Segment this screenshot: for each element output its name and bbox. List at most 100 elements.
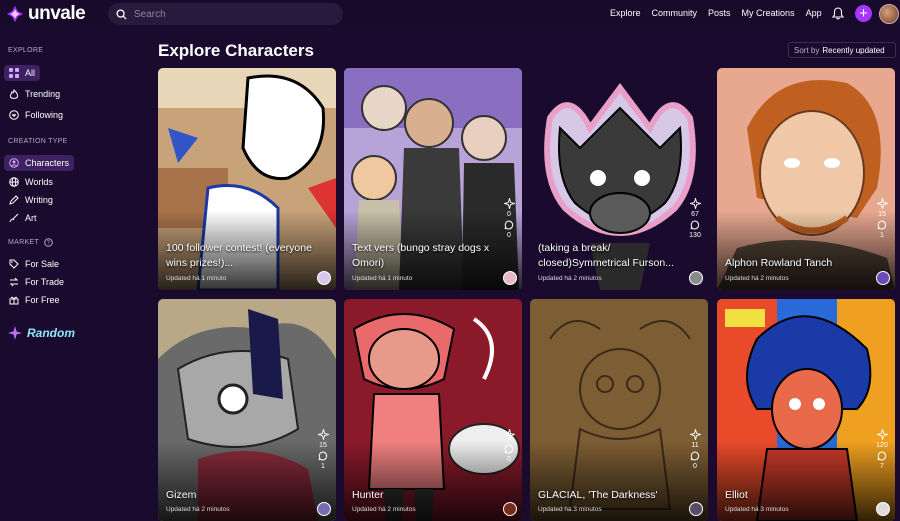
search-bar[interactable] xyxy=(108,3,343,25)
nav-community[interactable]: Community xyxy=(652,8,698,18)
bell-icon[interactable] xyxy=(832,7,844,20)
nav-my-creations[interactable]: My Creations xyxy=(742,8,795,18)
comment-icon[interactable] xyxy=(504,444,514,454)
plus-icon: + xyxy=(859,5,868,22)
random-label: Random xyxy=(27,326,75,340)
sparkle-outline-icon[interactable] xyxy=(689,198,701,209)
sidebar-item-label: For Sale xyxy=(25,259,60,269)
help-icon[interactable]: ? xyxy=(44,238,53,247)
comment-icon[interactable] xyxy=(504,220,514,230)
sparkle-outline-icon[interactable] xyxy=(503,429,515,440)
card-title: Gizem xyxy=(166,489,197,501)
card-stats: 11 0 xyxy=(689,429,701,470)
like-count: 15 xyxy=(319,442,327,449)
brush-icon xyxy=(9,213,19,223)
comment-icon[interactable] xyxy=(690,220,700,230)
creator-avatar[interactable] xyxy=(317,502,331,516)
sidebar-item-label: Art xyxy=(25,213,37,223)
top-nav: Explore Community Posts My Creations App xyxy=(610,8,822,18)
search-input[interactable] xyxy=(134,8,324,20)
sidebar-item-label: For Trade xyxy=(25,277,65,287)
card-stats: 15 1 xyxy=(876,198,888,239)
sidebar-item-for-trade[interactable]: For Trade xyxy=(4,274,69,290)
market-section-header: MARKET ? xyxy=(8,238,53,247)
sidebar-item-label: Worlds xyxy=(25,177,53,187)
sidebar-item-worlds[interactable]: Worlds xyxy=(4,174,58,190)
comment-icon[interactable] xyxy=(877,220,887,230)
creator-avatar[interactable] xyxy=(317,271,331,285)
card-updated: Updated há 2 minutos xyxy=(725,275,789,282)
app-name: unvale xyxy=(28,3,86,24)
card-title: Alphon Rowland Tanch xyxy=(725,257,833,269)
sparkle-outline-icon[interactable] xyxy=(876,429,888,440)
sidebar-item-label: Trending xyxy=(25,89,61,99)
card-stats: 120 7 xyxy=(876,429,888,470)
comment-icon[interactable] xyxy=(690,451,700,461)
comment-count: 0 xyxy=(693,463,697,470)
sort-dropdown[interactable]: Sort by Recently updated xyxy=(788,42,896,58)
creator-avatar[interactable] xyxy=(503,502,517,516)
grid-icon xyxy=(9,68,19,78)
sidebar-item-art[interactable]: Art xyxy=(4,210,42,226)
unvale-logo-icon xyxy=(6,5,24,23)
comment-icon[interactable] xyxy=(877,451,887,461)
tag-icon xyxy=(9,259,19,269)
character-card[interactable]: (taking a break/ closed)Symmetrical Furs… xyxy=(530,68,708,290)
sparkle-outline-icon[interactable] xyxy=(876,198,888,209)
create-plus-button[interactable]: + xyxy=(855,5,872,22)
character-card[interactable]: Elliot Updated há 3 minutos 120 7 xyxy=(717,299,895,521)
card-updated: Updated há 3 minutos xyxy=(538,506,602,513)
like-count: 0 xyxy=(507,211,511,218)
sort-prefix: Sort by xyxy=(794,45,820,55)
comment-count: 1 xyxy=(321,463,325,470)
character-card[interactable]: Text vers (bungo stray dogs x Omori) Upd… xyxy=(344,68,522,290)
pen-icon xyxy=(9,195,19,205)
card-stats: 67 130 xyxy=(689,198,701,239)
sparkle-outline-icon[interactable] xyxy=(689,429,701,440)
sparkle-icon xyxy=(8,326,22,340)
nav-explore[interactable]: Explore xyxy=(610,8,641,18)
comment-count: 1 xyxy=(880,232,884,239)
swap-icon xyxy=(9,277,19,287)
comment-icon[interactable] xyxy=(318,451,328,461)
card-updated: Updated há 1 minuto xyxy=(352,275,413,282)
creator-avatar[interactable] xyxy=(689,502,703,516)
creation-type-section-header: CREATION TYPE xyxy=(8,138,68,145)
creator-avatar[interactable] xyxy=(503,271,517,285)
comment-count: 0 xyxy=(507,232,511,239)
sidebar-item-writing[interactable]: Writing xyxy=(4,192,58,208)
random-button[interactable]: Random xyxy=(8,326,75,340)
sort-value: Recently updated xyxy=(822,45,885,55)
sidebar-item-label: Writing xyxy=(25,195,53,205)
comment-count: 0 xyxy=(507,456,511,463)
sparkle-outline-icon[interactable] xyxy=(503,198,515,209)
like-count: 11 xyxy=(691,442,699,449)
card-title: 100 follower contest! (everyone wins pri… xyxy=(166,242,312,269)
logo[interactable]: unvale xyxy=(6,3,86,24)
like-count: 15 xyxy=(878,211,886,218)
character-card[interactable]: Alphon Rowland Tanch Updated há 2 minuto… xyxy=(717,68,895,290)
card-updated: Updated há 3 minutos xyxy=(725,506,789,513)
character-card[interactable]: Hunter Updated há 2 minutos 0 xyxy=(344,299,522,521)
character-card[interactable]: GLACIAL, 'The Darkness' Updated há 3 min… xyxy=(530,299,708,521)
card-stats: 0 xyxy=(503,429,515,463)
user-avatar[interactable] xyxy=(879,4,899,24)
creator-avatar[interactable] xyxy=(876,502,890,516)
sidebar-item-for-free[interactable]: For Free xyxy=(4,292,65,308)
creator-avatar[interactable] xyxy=(689,271,703,285)
sidebar-item-characters[interactable]: Characters xyxy=(4,155,75,171)
creator-avatar[interactable] xyxy=(876,271,890,285)
sparkle-outline-icon[interactable] xyxy=(317,429,329,440)
character-card[interactable]: Gizem Updated há 2 minutos 15 1 xyxy=(158,299,336,521)
character-card[interactable]: 100 follower contest! (everyone wins pri… xyxy=(158,68,336,290)
card-title: Hunter xyxy=(352,489,384,501)
sidebar-item-trending[interactable]: Trending xyxy=(4,86,65,102)
sidebar-item-all[interactable]: All xyxy=(4,65,41,81)
explore-section-header: EXPLORE xyxy=(8,47,44,54)
sidebar-item-following[interactable]: Following xyxy=(4,107,68,123)
card-title: Text vers (bungo stray dogs x Omori) xyxy=(352,242,490,269)
nav-app[interactable]: App xyxy=(806,8,822,18)
sidebar-item-for-sale[interactable]: For Sale xyxy=(4,256,64,272)
nav-posts[interactable]: Posts xyxy=(708,8,731,18)
character-icon xyxy=(9,158,19,168)
